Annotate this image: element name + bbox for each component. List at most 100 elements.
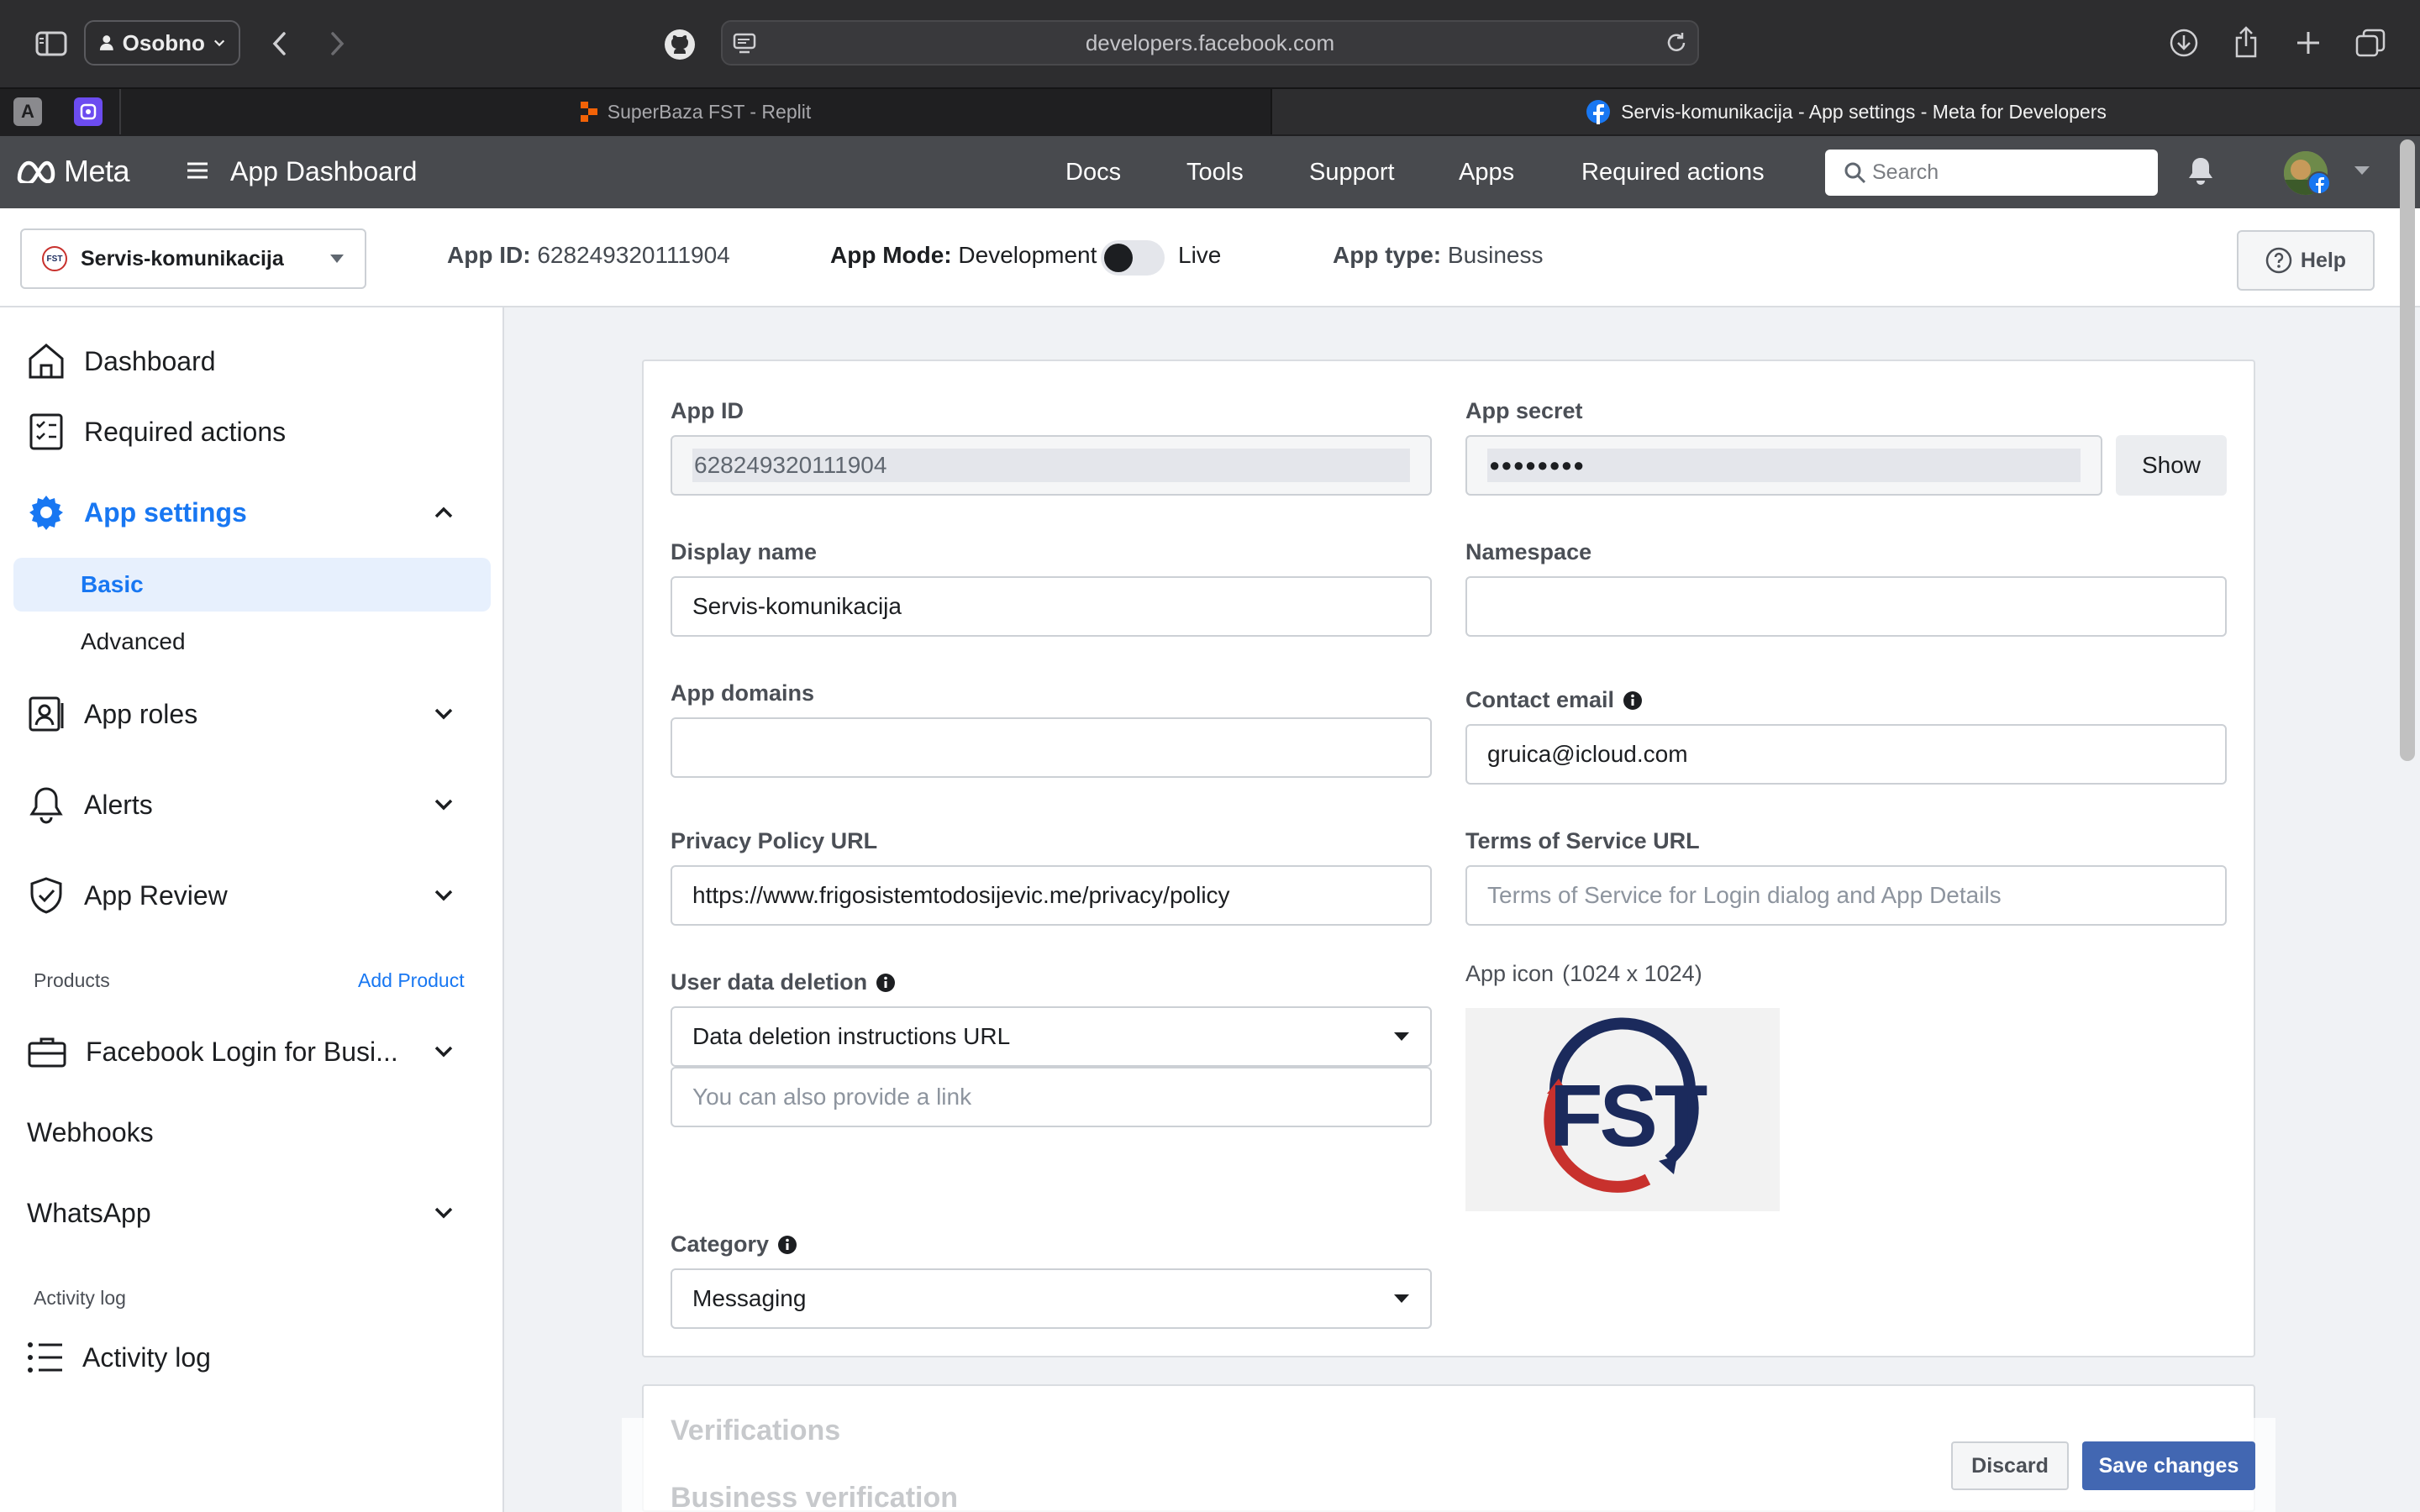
meta-brand-text: Meta	[64, 154, 130, 188]
chevron-down-icon[interactable]	[429, 699, 459, 729]
sidebar-item-label: Dashboard	[84, 345, 216, 376]
sidebar-item-required-actions[interactable]: Required actions	[27, 407, 286, 457]
app-domains-field[interactable]	[671, 717, 1432, 778]
github-icon[interactable]	[662, 27, 697, 62]
chevron-down-icon[interactable]	[429, 790, 459, 820]
sidebar-item-app-review[interactable]: App Review	[27, 870, 228, 921]
search-input[interactable]: Search	[1825, 150, 2158, 196]
add-product-link[interactable]: Add Product	[358, 969, 465, 992]
sidebar-item-label: Activity log	[82, 1341, 211, 1373]
profile-button[interactable]: Osobno	[84, 20, 240, 66]
chevron-up-icon[interactable]	[429, 497, 459, 528]
category-select[interactable]: Messaging	[671, 1268, 1432, 1329]
app-id-field[interactable]: 628249320111904	[671, 435, 1432, 496]
tab-app-settings[interactable]: Servis-komunikacija - App settings - Met…	[1270, 89, 2420, 134]
namespace-field[interactable]	[1465, 576, 2227, 637]
app-mode-value: Development	[958, 242, 1097, 268]
data-deletion-link-placeholder: You can also provide a link	[692, 1084, 972, 1110]
live-mode-toggle[interactable]	[1101, 240, 1165, 276]
user-data-deletion-value: Data deletion instructions URL	[692, 1023, 1011, 1049]
nav-tools[interactable]: Tools	[1186, 136, 1244, 208]
sidebar-item-label: Required actions	[84, 416, 287, 447]
terms-of-service-field[interactable]: Terms of Service for Login dialog and Ap…	[1465, 865, 2227, 926]
privacy-policy-field[interactable]: https://www.frigosistemtodosijevic.me/pr…	[671, 865, 1432, 926]
chevron-down-icon[interactable]	[429, 1037, 459, 1067]
sidebar-item-webhooks[interactable]: Webhooks	[27, 1107, 154, 1158]
sidebar-item-label: App settings	[84, 496, 247, 528]
facebook-badge-icon	[2307, 171, 2331, 195]
sidebar-item-dashboard[interactable]: Dashboard	[27, 336, 216, 386]
app-logo-small: FST	[42, 246, 67, 271]
sidebar-item-app-settings[interactable]: App settings	[27, 487, 247, 538]
shield-check-icon	[30, 877, 62, 914]
chevron-down-icon[interactable]	[429, 880, 459, 911]
pinned-tab-a[interactable]: A	[13, 97, 42, 126]
sidebar-item-activity-log[interactable]: Activity log	[27, 1332, 211, 1383]
contact-email-field[interactable]: gruica@icloud.com	[1465, 724, 2227, 785]
nav-docs[interactable]: Docs	[1065, 136, 1121, 208]
back-icon[interactable]	[262, 25, 296, 62]
menu-icon[interactable]	[187, 158, 212, 183]
app-name: Servis-komunikacija	[81, 246, 284, 270]
discard-button[interactable]: Discard	[1951, 1441, 2069, 1490]
nav-apps[interactable]: Apps	[1459, 136, 1514, 208]
sidebar-item-alerts[interactable]: Alerts	[27, 780, 153, 830]
nav-required-actions[interactable]: Required actions	[1581, 136, 1765, 208]
data-deletion-link-input[interactable]: You can also provide a link	[671, 1067, 1432, 1127]
display-name-field[interactable]: Servis-komunikacija	[671, 576, 1432, 637]
pinned-tab-app-icon[interactable]	[74, 97, 103, 126]
help-button[interactable]: Help	[2237, 230, 2375, 291]
show-secret-button[interactable]: Show	[2116, 435, 2227, 496]
basic-settings-card	[642, 360, 2255, 1357]
sidebar-item-app-roles[interactable]: App roles	[27, 689, 197, 739]
app-dashboard-title[interactable]: App Dashboard	[230, 150, 417, 193]
info-icon[interactable]	[777, 1235, 797, 1255]
sidebar-item-basic[interactable]: Basic	[81, 571, 144, 598]
notifications-bell-icon[interactable]	[2186, 156, 2217, 188]
chevron-down-icon[interactable]	[429, 1198, 459, 1228]
sidebar-item-label: Alerts	[84, 789, 153, 820]
site-settings-icon[interactable]	[729, 30, 760, 57]
contact-email-label: Contact email	[1465, 687, 1615, 712]
app-mode-label: App Mode:	[830, 242, 952, 268]
category-label: Category	[671, 1231, 770, 1257]
forward-icon[interactable]	[321, 25, 355, 62]
new-tab-icon[interactable]	[2291, 25, 2326, 60]
nav-support[interactable]: Support	[1309, 136, 1395, 208]
namespace-label: Namespace	[1465, 539, 1592, 564]
verifications-heading: Verifications	[671, 1415, 841, 1446]
briefcase-icon	[28, 1037, 66, 1068]
reload-icon[interactable]	[1662, 29, 1691, 57]
caret-down-icon	[1394, 1032, 1409, 1041]
chevron-down-icon	[213, 39, 225, 47]
sidebar-toggle-icon[interactable]	[32, 27, 71, 60]
info-icon[interactable]	[1623, 690, 1643, 711]
replit-icon	[580, 102, 597, 122]
meta-infinity-icon	[17, 160, 55, 183]
downloads-icon[interactable]	[2166, 25, 2202, 60]
app-secret-field[interactable]: ●●●●●●●●	[1465, 435, 2102, 496]
sidebar-item-advanced[interactable]: Advanced	[81, 628, 186, 655]
page-scrollbar[interactable]	[2400, 139, 2415, 761]
tab-superbaza[interactable]: SuperBaza FST - Replit	[121, 89, 1270, 134]
search-placeholder: Search	[1872, 160, 1939, 184]
live-label: Live	[1178, 242, 1222, 268]
home-icon	[29, 344, 64, 379]
tab-overview-icon[interactable]	[2353, 25, 2388, 60]
account-menu-chevron-icon[interactable]	[2353, 165, 2371, 178]
sidebar-item-facebook-login[interactable]: Facebook Login for Busi...	[27, 1026, 398, 1077]
app-selector[interactable]: FST Servis-komunikacija	[20, 228, 366, 289]
sidebar-item-whatsapp[interactable]: WhatsApp	[27, 1188, 151, 1238]
terms-of-service-label: Terms of Service URL	[1465, 828, 1700, 853]
user-data-deletion-select[interactable]: Data deletion instructions URL	[671, 1006, 1432, 1067]
save-changes-button[interactable]: Save changes	[2082, 1441, 2255, 1490]
bell-icon	[29, 787, 63, 824]
app-icon-image[interactable]: FST	[1465, 1008, 1780, 1211]
share-icon[interactable]	[2228, 24, 2264, 60]
question-icon	[2265, 247, 2292, 274]
app-secret-value: ●●●●●●●●	[1487, 449, 2081, 482]
meta-logo[interactable]: Meta	[15, 150, 130, 193]
address-bar[interactable]: developers.facebook.com	[721, 20, 1699, 66]
info-icon[interactable]	[876, 973, 896, 993]
sidebar-item-label: App Review	[84, 879, 228, 911]
